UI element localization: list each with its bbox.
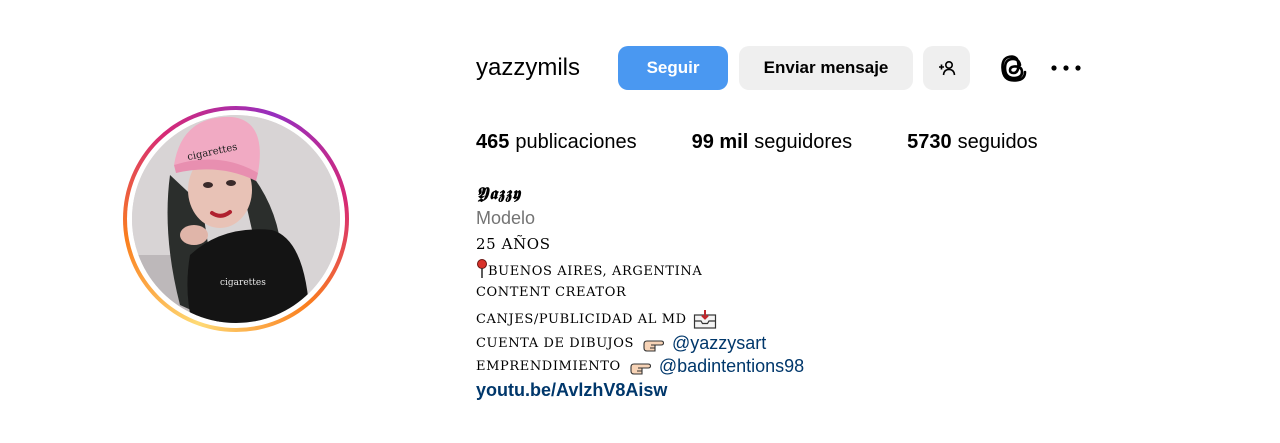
followers-label: seguidores bbox=[754, 130, 853, 153]
profile-stats: 465 publicaciones 99 mil seguidores 5730… bbox=[476, 130, 1038, 154]
canjes-text: CANJES/PUBLICIDAD AL MD bbox=[476, 311, 687, 327]
posts-label: publicaciones bbox=[515, 130, 637, 153]
bio-line-age: 25 AÑOS bbox=[476, 235, 551, 253]
profile-header: yazzymils Seguir Enviar mensaje bbox=[476, 46, 1082, 90]
drawings-account-link[interactable]: @yazzysart bbox=[672, 333, 766, 354]
business-account-link[interactable]: @badintentions98 bbox=[659, 356, 804, 377]
followers-stat[interactable]: 99 mil seguidores bbox=[692, 131, 853, 154]
round-pushpin-icon bbox=[477, 259, 487, 278]
bio-line-drawings: CUENTA DE DIBUJOS @yazzysart bbox=[476, 333, 766, 354]
person-add-icon bbox=[938, 60, 955, 76]
suggested-accounts-button[interactable] bbox=[923, 46, 971, 90]
pointing-hand-icon bbox=[630, 362, 651, 375]
avatar-image: cigarettes cigarettes bbox=[132, 115, 340, 323]
following-label: seguidos bbox=[957, 130, 1038, 153]
location-text: BUENOS AIRES, ARGENTINA bbox=[488, 264, 703, 279]
bio-line-business: EMPRENDIMIENTO @badintentions98 bbox=[476, 356, 804, 377]
more-options-icon bbox=[1051, 65, 1081, 71]
avatar[interactable]: cigarettes cigarettes bbox=[132, 115, 340, 323]
threads-icon bbox=[1001, 55, 1027, 82]
bio-line-creator: CONTENT CREATOR bbox=[476, 285, 627, 300]
send-message-button[interactable]: Enviar mensaje bbox=[739, 46, 914, 90]
posts-count: 465 bbox=[476, 130, 510, 153]
drawings-text: CUENTA DE DIBUJOS bbox=[476, 336, 634, 351]
profile-avatar-ring[interactable]: cigarettes cigarettes bbox=[123, 106, 349, 332]
bio-line-location: BUENOS AIRES, ARGENTINA bbox=[476, 259, 702, 279]
posts-stat: 465 publicaciones bbox=[476, 131, 637, 154]
followers-count: 99 mil bbox=[691, 130, 749, 153]
business-text: EMPRENDIMIENTO bbox=[476, 359, 621, 374]
more-options-button[interactable] bbox=[1050, 52, 1082, 84]
category-label: Modelo bbox=[476, 208, 536, 228]
svg-text:cigarettes: cigarettes bbox=[220, 278, 266, 288]
avatar-gap: cigarettes cigarettes bbox=[127, 110, 345, 328]
username[interactable]: yazzymils bbox=[476, 54, 580, 82]
display-name: 𝖄𝖆𝖟𝖟𝖞 bbox=[476, 184, 522, 204]
following-stat[interactable]: 5730 seguidos bbox=[907, 131, 1038, 154]
bio-line-canjes: CANJES/PUBLICIDAD AL MD bbox=[476, 309, 717, 329]
external-link[interactable]: youtu.be/AvlzhV8Aisw bbox=[476, 380, 667, 401]
threads-link[interactable] bbox=[998, 52, 1030, 84]
follow-button[interactable]: Seguir bbox=[618, 46, 729, 90]
inbox-tray-icon bbox=[693, 310, 716, 329]
pointing-hand-icon bbox=[643, 339, 665, 352]
following-count: 5730 bbox=[907, 130, 952, 153]
